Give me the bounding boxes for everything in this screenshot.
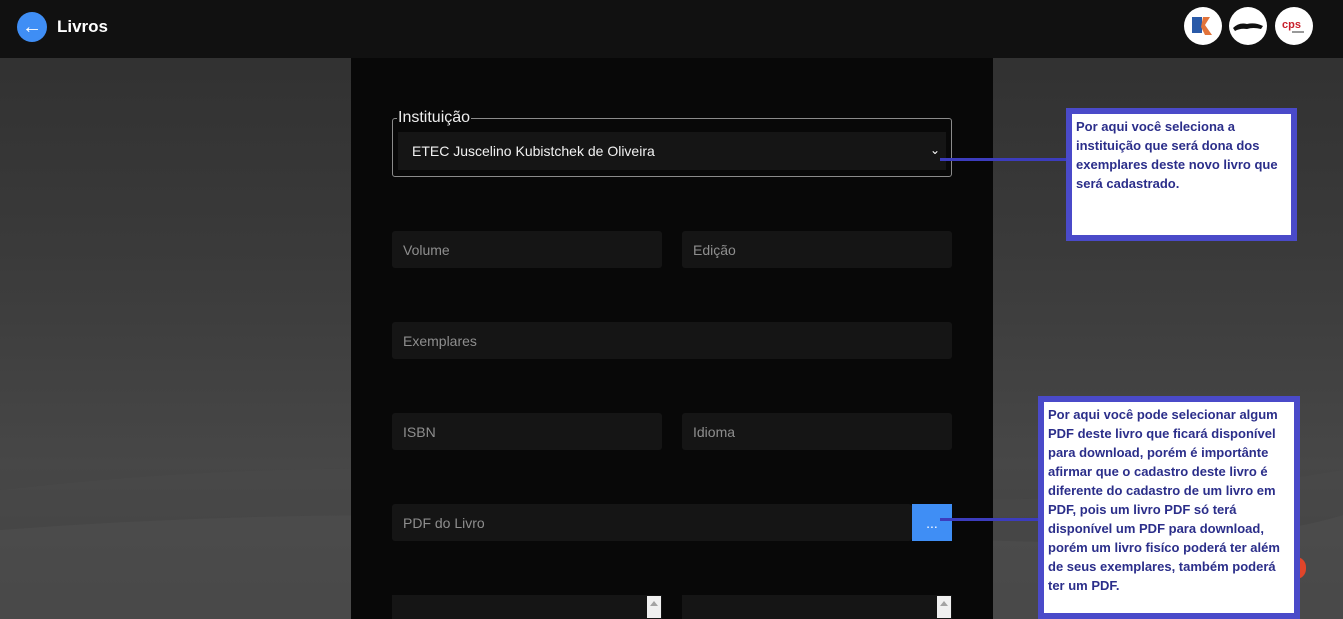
textarea-right[interactable] [682,595,952,619]
scrollbar[interactable] [937,596,951,618]
callout-institution: Por aqui você seleciona a instituição qu… [1066,108,1297,241]
isbn-input[interactable]: ISBN [392,413,662,450]
callout-connector-institution [940,158,1068,161]
jaguar-logo [1229,7,1267,45]
callout-institution-text: Por aqui você seleciona a instituição qu… [1072,114,1291,235]
institution-select[interactable]: ETEC Juscelino Kubistchek de Oliveira ⌄ [398,132,946,170]
pdf-browse-button[interactable]: ... [912,504,952,541]
jk-logo [1184,7,1222,45]
volume-input[interactable]: Volume [392,231,662,268]
institution-legend: Instituição [397,109,472,127]
edition-input[interactable]: Edição [682,231,952,268]
scrollbar[interactable] [647,596,661,618]
svg-text:cps: cps [1282,19,1301,31]
scroll-up-icon[interactable] [940,601,948,606]
callout-pdf-text: Por aqui você pode selecionar algum PDF … [1044,402,1294,613]
institution-select-value: ETEC Juscelino Kubistchek de Oliveira [412,143,655,159]
cps-logo: cps [1275,7,1313,45]
pdf-input[interactable]: PDF do Livro [392,504,912,541]
scroll-up-icon[interactable] [650,601,658,606]
callout-connector-pdf [940,518,1040,521]
textarea-left[interactable] [392,595,662,619]
copies-input[interactable]: Exemplares [392,322,952,359]
language-input[interactable]: Idioma [682,413,952,450]
top-bar: ← Livros cps [0,0,1343,58]
callout-pdf: Por aqui você pode selecionar algum PDF … [1038,396,1300,619]
page-title: Livros [57,17,109,36]
back-arrow-icon[interactable]: ← [17,12,47,42]
chevron-down-icon: ⌄ [929,143,940,157]
